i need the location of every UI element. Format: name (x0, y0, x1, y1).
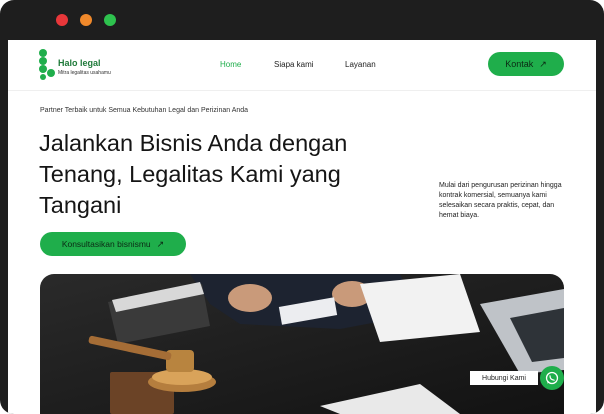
hero-image (40, 274, 564, 414)
contact-us-label[interactable]: Hubungi Kami (470, 371, 538, 385)
logo[interactable]: Halo legal Mitra legalitas usahamu (38, 48, 118, 84)
whatsapp-icon (545, 371, 559, 385)
navbar: Halo legal Mitra legalitas usahamu Home … (8, 40, 596, 91)
nav-layanan[interactable]: Layanan (345, 60, 376, 69)
hero-tagline: Partner Terbaik untuk Semua Kebutuhan Le… (40, 107, 249, 114)
consult-button-label: Konsultasikan bisnismu (61, 239, 151, 249)
arrow-up-right-icon: ↗ (539, 58, 547, 69)
browser-window: Halo legal Mitra legalitas usahamu Home … (0, 0, 604, 414)
consult-button[interactable]: Konsultasikan bisnismu ↗ (40, 232, 186, 256)
whatsapp-button[interactable] (540, 366, 564, 390)
contact-button-label: Kontak (505, 59, 534, 69)
web-page: Halo legal Mitra legalitas usahamu Home … (8, 40, 596, 414)
arrow-up-right-icon: ↗ (156, 238, 165, 249)
hero-headline: Jalankan Bisnis Anda dengan Tenang, Lega… (39, 130, 348, 218)
window-minimize-button[interactable] (80, 14, 92, 26)
nav-home[interactable]: Home (220, 60, 241, 69)
lawyer-desk-photo (40, 274, 564, 414)
hero-description: Mulai dari pengurusan perizinan hingga k… (439, 182, 562, 219)
window-maximize-button[interactable] (104, 14, 116, 26)
window-close-button[interactable] (56, 14, 68, 26)
logo-tagline: Mitra legalitas usahamu (58, 70, 111, 76)
logo-name: Halo legal (58, 58, 101, 68)
nav-siapa-kami[interactable]: Siapa kami (274, 60, 314, 69)
contact-button[interactable]: Kontak ↗ (488, 52, 564, 76)
logo-icon (39, 49, 55, 80)
